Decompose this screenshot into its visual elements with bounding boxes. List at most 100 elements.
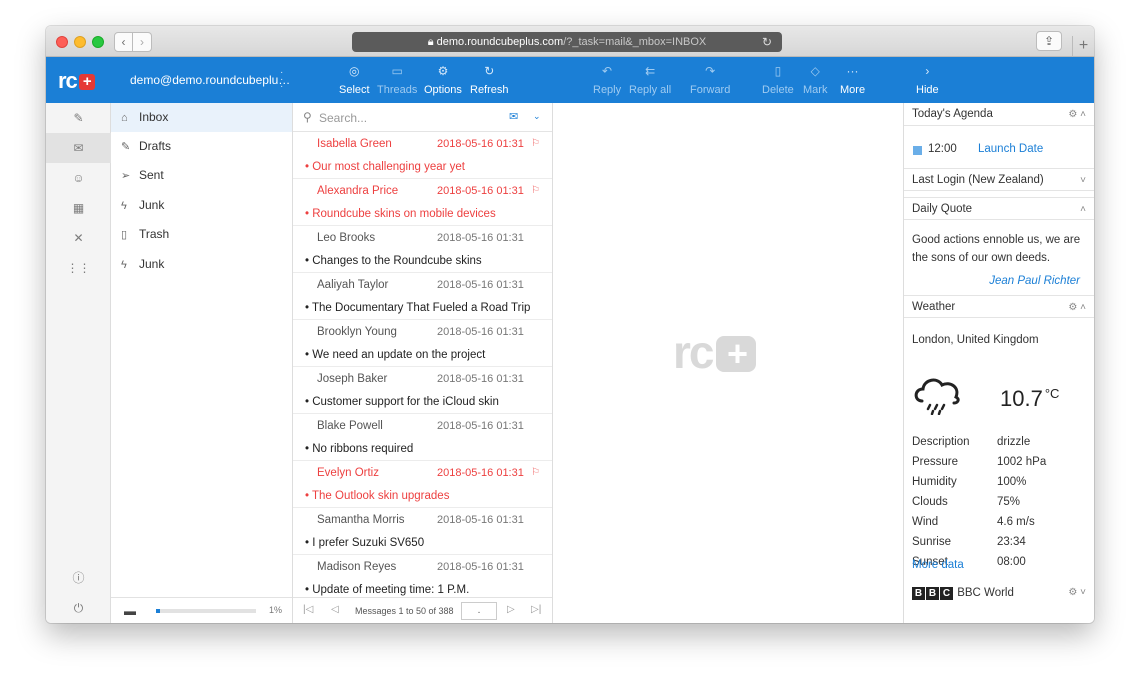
message-sender: Brooklyn Young [317, 326, 397, 338]
folder-label: Junk [139, 257, 165, 271]
prev-page-icon[interactable]: ◁ [331, 604, 339, 615]
trash-icon: ▯ [774, 64, 782, 78]
message-row[interactable]: Aaliyah Taylor 2018-05-16 01:31 • The Docu… [293, 273, 552, 320]
close-window-button[interactable] [56, 36, 68, 48]
more-label: More [840, 84, 866, 96]
quote-author[interactable]: Jean Paul Richter [989, 275, 1080, 287]
search-icon: ⚲ [303, 110, 312, 124]
message-date: 2018-05-16 01:31 [437, 373, 524, 385]
weather-header[interactable]: Weather ⚙ ˄ [904, 295, 1094, 318]
minimize-window-button[interactable] [74, 36, 86, 48]
last-page-icon[interactable]: ▷| [531, 604, 541, 615]
refresh-button[interactable]: ↻ Refresh [470, 63, 509, 96]
message-row[interactable]: Samantha Morris 2018-05-16 01:31 • I prefe… [293, 508, 552, 555]
compose-icon[interactable]: ✎ [46, 103, 111, 133]
quote-line-1: Good actions ennoble us, we are [912, 234, 1081, 246]
chevron-down-icon[interactable]: ˅ [1080, 169, 1086, 192]
message-sender: Isabella Green [317, 138, 392, 150]
message-sender: Evelyn Ortiz [317, 467, 379, 479]
message-row[interactable]: Joseph Baker 2018-05-16 01:31 • Customer s… [293, 367, 552, 414]
flag-icon[interactable]: ⚐ [531, 185, 540, 196]
calendar-icon[interactable]: ▦ [46, 193, 111, 223]
message-row[interactable]: Blake Powell 2018-05-16 01:31 • No ribbons… [293, 414, 552, 461]
folder-inbox[interactable]: ⌂ Inbox [111, 103, 292, 132]
delete-label: Delete [762, 84, 794, 96]
folder-list: ⌂ Inbox ✎ Drafts ➢ Sent ϟ Junk ▯ Trash ϟ Junk … [111, 103, 293, 623]
mark-button[interactable]: ◇ Mark [803, 63, 827, 96]
back-button[interactable]: ‹ [114, 32, 133, 52]
bbc-logo-letter: B [912, 587, 925, 600]
folder-trash[interactable]: ▯ Trash [111, 220, 292, 249]
message-subject: • Roundcube skins on mobile devices [305, 208, 496, 220]
quote-header[interactable]: Daily Quote ˄ [904, 197, 1094, 220]
account-menu-icon[interactable]: · · · [280, 68, 283, 92]
settings-icon[interactable]: ✕ [46, 223, 111, 253]
more-button[interactable]: ··· More [840, 63, 865, 96]
reply-all-button[interactable]: ⇇ Reply all [629, 63, 671, 96]
select-button[interactable]: ◎ Select [339, 63, 370, 96]
weather-value: drizzle [997, 436, 1031, 448]
envelope-icon[interactable]: ✉ [509, 110, 518, 123]
forward-button[interactable]: ↷ Forward [690, 63, 730, 96]
reply-button[interactable]: ↶ Reply [593, 63, 621, 96]
weather-label: Sunrise [912, 536, 951, 548]
sidebar-widgets: Today's Agenda ⚙ ˄ 12:00 Launch Date Las… [903, 103, 1094, 623]
flag-icon[interactable]: ⚐ [531, 467, 540, 478]
chevron-up-icon[interactable]: ˄ [1080, 198, 1086, 221]
gear-icon[interactable]: ⚙ ˄ [1068, 296, 1086, 319]
new-tab-icon[interactable]: + [1072, 36, 1094, 57]
search-input[interactable] [319, 109, 489, 126]
share-icon[interactable]: ⇪ [1036, 31, 1062, 51]
weather-value: 1002 hPa [997, 456, 1047, 468]
app-logo[interactable]: rc + [58, 68, 95, 94]
folder-junk-2[interactable]: ϟ Junk [111, 250, 292, 279]
address-bar[interactable]: 🔒︎ demo.roundcubeplus.com/?_task=mail&_m… [352, 32, 782, 52]
contacts-icon[interactable]: ☺ [46, 163, 111, 193]
logout-icon[interactable]: ⏻ [46, 593, 111, 623]
reply-all-label: Reply all [629, 84, 672, 96]
forward-nav-button[interactable]: › [133, 32, 152, 52]
weather-title: Weather [912, 301, 956, 313]
chevron-down-icon[interactable]: ⌄ [533, 111, 541, 122]
next-page-icon[interactable]: ▷ [507, 604, 515, 615]
agenda-event[interactable]: Launch Date [978, 143, 1043, 155]
last-login-header[interactable]: Last Login (New Zealand) ˅ [904, 168, 1094, 191]
message-row[interactable]: Evelyn Ortiz 2018-05-16 01:31 ⚐ • The Outlo… [293, 461, 552, 508]
first-page-icon[interactable]: |◁ [303, 604, 313, 615]
hide-button[interactable]: › Hide [916, 63, 939, 96]
message-row[interactable]: Isabella Green 2018-05-16 01:31 ⚐ • Our mos… [293, 132, 552, 179]
message-date: 2018-05-16 01:31 [437, 138, 524, 150]
message-row[interactable]: Brooklyn Young 2018-05-16 01:31 • We need … [293, 320, 552, 367]
folder-drafts[interactable]: ✎ Drafts [111, 132, 292, 161]
weather-value: 75% [997, 496, 1021, 508]
bbc-header[interactable]: BBC BBC World [912, 587, 1014, 600]
reply-all-icon: ⇇ [645, 64, 656, 78]
lock-icon: 🔒︎ [427, 36, 434, 48]
flag-icon[interactable]: ⚐ [531, 138, 540, 149]
history-nav: ‹ › [114, 32, 152, 52]
apps-grid-icon[interactable]: ⋮⋮ [46, 253, 111, 283]
gear-icon[interactable]: ⚙ ˅ [1068, 587, 1086, 598]
message-row[interactable]: Alexandra Price 2018-05-16 01:31 ⚐ • Roundc… [293, 179, 552, 226]
threads-button[interactable]: ▭ Threads [377, 63, 417, 96]
message-date: 2018-05-16 01:31 [437, 561, 524, 573]
message-subject-text: We need an update on the project [312, 349, 486, 361]
tag-icon: ◇ [810, 64, 820, 78]
zoom-window-button[interactable] [92, 36, 104, 48]
folder-sent[interactable]: ➢ Sent [111, 161, 292, 190]
gear-icon[interactable]: ⚙ ˄ [1068, 103, 1086, 126]
options-button[interactable]: ⚙ Options [424, 63, 462, 96]
send-icon: ➢ [121, 170, 131, 182]
agenda-header[interactable]: Today's Agenda ⚙ ˄ [904, 103, 1094, 126]
delete-button[interactable]: ▯ Delete [762, 63, 794, 96]
account-name[interactable]: demo@demo.roundcubeplu… [130, 73, 290, 87]
hide-label: Hide [916, 84, 939, 96]
page-input[interactable]: . [461, 602, 497, 620]
message-row[interactable]: Leo Brooks 2018-05-16 01:31 • Changes to t… [293, 226, 552, 273]
mail-icon[interactable]: ✉ [46, 133, 111, 163]
message-row[interactable]: Madison Reyes 2018-05-16 01:31 • Update of… [293, 555, 552, 602]
reload-icon[interactable]: ↻ [762, 32, 772, 52]
folder-junk[interactable]: ϟ Junk [111, 191, 292, 220]
more-data-link[interactable]: More data [912, 559, 964, 571]
about-icon[interactable]: ⓘ [46, 563, 111, 593]
